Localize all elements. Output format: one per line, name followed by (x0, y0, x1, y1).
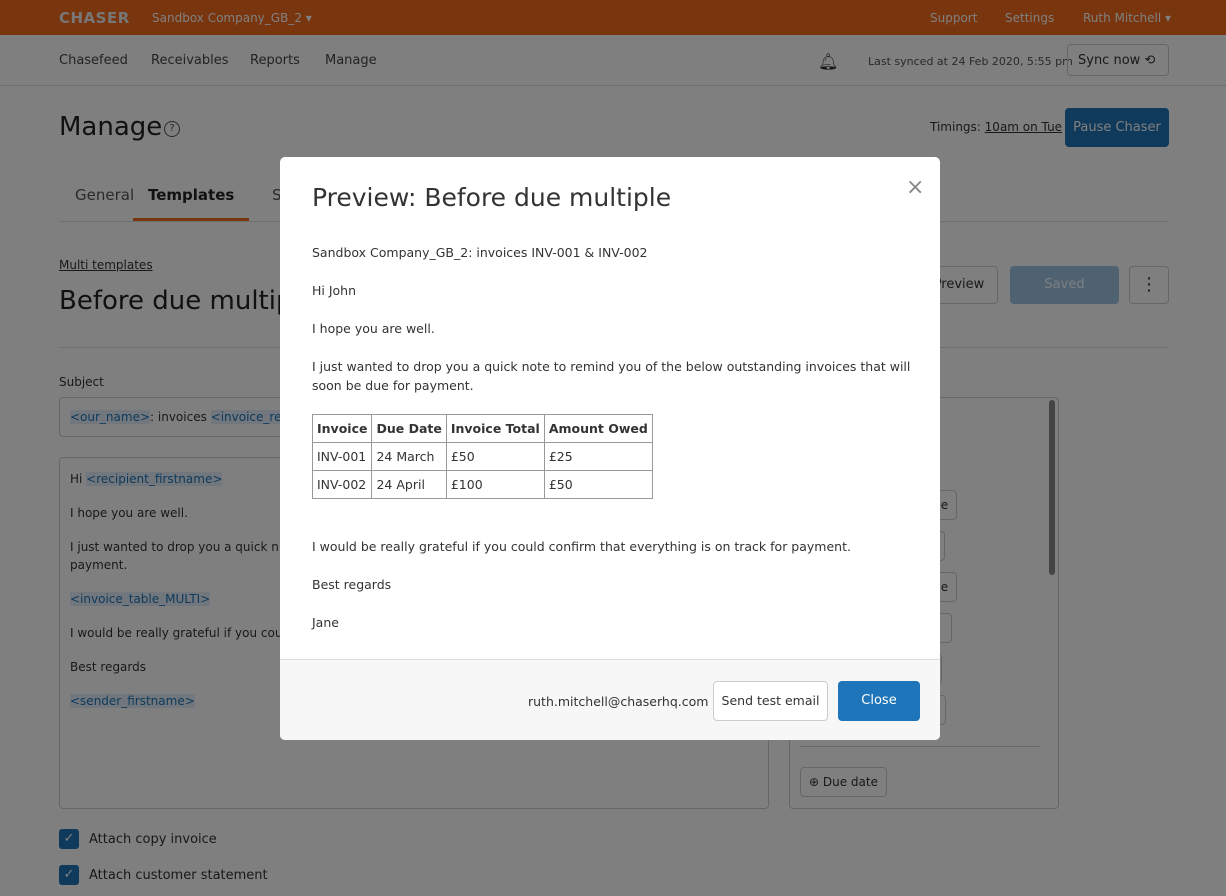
modal-footer: ruth.mitchell@chaserhq.com Send test ema… (280, 659, 940, 740)
preview-modal: Preview: Before due multiple × Sandbox C… (280, 157, 940, 740)
modal-title: Preview: Before due multiple (312, 183, 672, 212)
cell: 24 April (371, 470, 447, 499)
column-header: Due Date (371, 414, 447, 443)
test-email-address: ruth.mitchell@chaserhq.com (528, 694, 709, 709)
table-row: INV-001 24 March £50 £25 (311, 442, 653, 471)
invoice-table: Invoice Due Date Invoice Total Amount Owed … (311, 414, 653, 499)
cell: 24 March (371, 442, 447, 471)
column-header: Invoice (311, 414, 373, 443)
cell: INV-001 (311, 442, 373, 471)
email-greeting: Hi John (312, 283, 357, 298)
cell: £25 (543, 442, 653, 471)
table-row: INV-002 24 April £100 £50 (311, 470, 653, 499)
column-header: Invoice Total (445, 414, 545, 443)
email-sender: Jane (312, 615, 339, 630)
close-icon[interactable]: × (906, 175, 924, 200)
email-paragraph: I just wanted to drop you a quick note t… (312, 359, 911, 393)
email-preview: Sandbox Company_GB_2: invoices INV-001 &… (311, 243, 912, 651)
cell: INV-002 (311, 470, 373, 499)
cell: £50 (543, 470, 653, 499)
email-paragraph: I hope you are well. (312, 321, 435, 336)
close-button[interactable]: Close (838, 681, 920, 721)
column-header: Amount Owed (543, 414, 653, 443)
cell: £50 (445, 442, 545, 471)
email-subject: Sandbox Company_GB_2: invoices INV-001 &… (312, 245, 648, 260)
cell: £100 (445, 470, 545, 499)
email-paragraph: I would be really grateful if you could … (312, 539, 851, 554)
send-test-email-button[interactable]: Send test email (713, 681, 828, 721)
email-signoff: Best regards (312, 577, 392, 592)
